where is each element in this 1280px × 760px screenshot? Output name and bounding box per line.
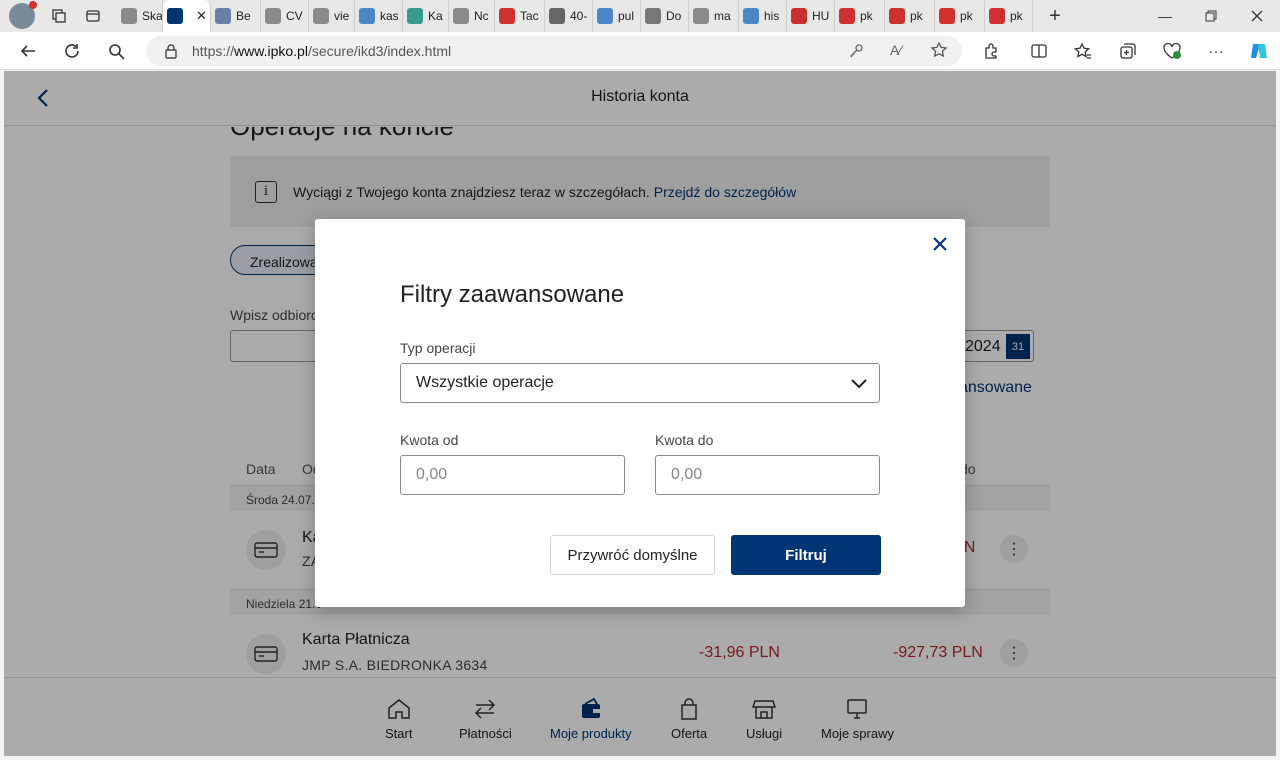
browser-tab[interactable]: kas: [355, 0, 403, 32]
collections-icon[interactable]: [1118, 41, 1138, 61]
tab-title: HU: [812, 9, 830, 23]
search-icon[interactable]: [105, 40, 127, 62]
browser-tab[interactable]: his: [739, 0, 787, 32]
browser-tab[interactable]: ✕: [163, 0, 211, 32]
browser-tab[interactable]: Ska: [117, 0, 163, 32]
split-screen-icon[interactable]: [1029, 41, 1049, 61]
dialog-title: Filtry zaawansowane: [400, 281, 625, 308]
chevron-down-icon: [850, 377, 868, 395]
tab-title: Ska: [142, 9, 163, 23]
tab-title: pk: [910, 9, 923, 23]
tab-title: 40-: [570, 9, 588, 23]
browser-tab[interactable]: Nc: [449, 0, 495, 32]
browser-tab[interactable]: Ka: [403, 0, 449, 32]
browser-tab[interactable]: Be: [211, 0, 261, 32]
tab-favicon-icon: [645, 8, 661, 24]
filter-button[interactable]: Filtruj: [731, 535, 881, 575]
tab-favicon-icon: [597, 8, 613, 24]
key-icon[interactable]: [848, 43, 864, 62]
tab-title: vie: [334, 9, 350, 23]
address-toolbar: https://www.ipko.pl/secure/ikd3/index.ht…: [0, 32, 1280, 70]
amount-to-input[interactable]: 0,00: [655, 455, 880, 495]
tab-actions-icon[interactable]: [83, 6, 103, 26]
restore-icon[interactable]: [1188, 0, 1234, 32]
browser-tab[interactable]: pk: [935, 0, 985, 32]
tab-favicon-icon: [499, 8, 515, 24]
tab-title: Do: [666, 9, 682, 23]
browser-tab[interactable]: pk: [885, 0, 935, 32]
refresh-icon[interactable]: [61, 40, 83, 62]
browser-tab[interactable]: pul: [593, 0, 641, 32]
reset-defaults-button[interactable]: Przywróć domyślne: [550, 535, 715, 575]
tab-title: kas: [380, 9, 399, 23]
tab-favicon-icon: [121, 8, 137, 24]
operation-type-select[interactable]: Wszystkie operacje: [400, 363, 880, 403]
tab-title: Ka: [428, 9, 443, 23]
tab-favicon-icon: [313, 8, 329, 24]
amount-from-input[interactable]: 0,00: [400, 455, 625, 495]
browser-tab[interactable]: pk: [985, 0, 1033, 32]
close-icon[interactable]: [929, 233, 951, 255]
tab-favicon-icon: [839, 8, 855, 24]
new-tab-icon[interactable]: +: [1045, 5, 1065, 27]
amount-from-label: Kwota od: [400, 432, 459, 448]
banking-page: Historia konta Operacje na koncie i Wyci…: [4, 71, 1276, 756]
tab-favicon-icon: [359, 8, 375, 24]
amount-to-label: Kwota do: [655, 432, 714, 448]
browser-essentials-icon[interactable]: [1162, 41, 1182, 61]
url-field[interactable]: https://www.ipko.pl/secure/ikd3/index.ht…: [146, 36, 962, 66]
tab-favicon-icon: [215, 8, 231, 24]
tab-favicon-icon: [939, 8, 955, 24]
browser-tab[interactable]: vie: [309, 0, 355, 32]
tab-favicon-icon: [989, 8, 1005, 24]
tab-title: ma: [714, 9, 731, 23]
lock-icon[interactable]: [164, 43, 178, 62]
read-aloud-icon[interactable]: A⁄: [890, 42, 902, 58]
browser-tab[interactable]: Do: [641, 0, 689, 32]
tab-close-icon[interactable]: ✕: [196, 8, 207, 24]
browser-tab[interactable]: HU: [787, 0, 835, 32]
copilot-icon[interactable]: [1247, 39, 1271, 63]
tab-title: Be: [236, 9, 251, 23]
operation-type-label: Typ operacji: [400, 340, 476, 356]
tab-title: Tac: [520, 9, 539, 23]
workspaces-icon[interactable]: [49, 6, 69, 26]
url-prefix: https://: [192, 43, 235, 59]
favorite-star-icon[interactable]: [930, 41, 948, 62]
browser-tab[interactable]: 40-: [545, 0, 593, 32]
profile-avatar[interactable]: [9, 1, 37, 29]
url-host: www.ipko.pl: [234, 43, 308, 59]
tab-title: his: [764, 9, 780, 23]
tab-title: pk: [860, 9, 873, 23]
url-path: /secure/ikd3/index.html: [307, 43, 452, 59]
tab-strip: Ska ✕ Be CV vie kas Ka Nc Tac 40- pul Do ma his HU pk pk…: [117, 0, 1033, 32]
tab-favicon-icon: [693, 8, 709, 24]
tab-title: pk: [1010, 9, 1023, 23]
tab-title: Nc: [474, 9, 489, 23]
operation-type-value: Wszystkie operacje: [416, 374, 554, 391]
advanced-filters-dialog: Filtry zaawansowane Typ operacji Wszystk…: [315, 219, 965, 607]
tab-title: CV: [286, 9, 303, 23]
browser-tab-bar: Ska ✕ Be CV vie kas Ka Nc Tac 40- pul Do ma his HU pk pk…: [0, 0, 1280, 32]
browser-tab[interactable]: pk: [835, 0, 885, 32]
tab-favicon-icon: [889, 8, 905, 24]
tab-favicon-icon: [453, 8, 469, 24]
more-menu-icon[interactable]: ···: [1206, 41, 1226, 61]
tab-favicon-icon: [265, 8, 281, 24]
favorites-icon[interactable]: [1073, 41, 1093, 61]
browser-tab[interactable]: Tac: [495, 0, 545, 32]
tab-favicon-icon: [791, 8, 807, 24]
minimize-icon[interactable]: —: [1142, 0, 1188, 32]
tab-title: pk: [960, 9, 973, 23]
tab-favicon-icon: [743, 8, 759, 24]
close-window-icon[interactable]: [1234, 0, 1280, 32]
browser-tab[interactable]: CV: [261, 0, 309, 32]
browser-tab[interactable]: ma: [689, 0, 739, 32]
tab-title: pul: [618, 9, 635, 23]
extensions-icon[interactable]: [981, 41, 1001, 61]
tab-favicon-icon: [549, 8, 565, 24]
tab-favicon-icon: [167, 8, 183, 24]
back-arrow-icon[interactable]: [17, 40, 39, 62]
tab-favicon-icon: [407, 8, 423, 24]
